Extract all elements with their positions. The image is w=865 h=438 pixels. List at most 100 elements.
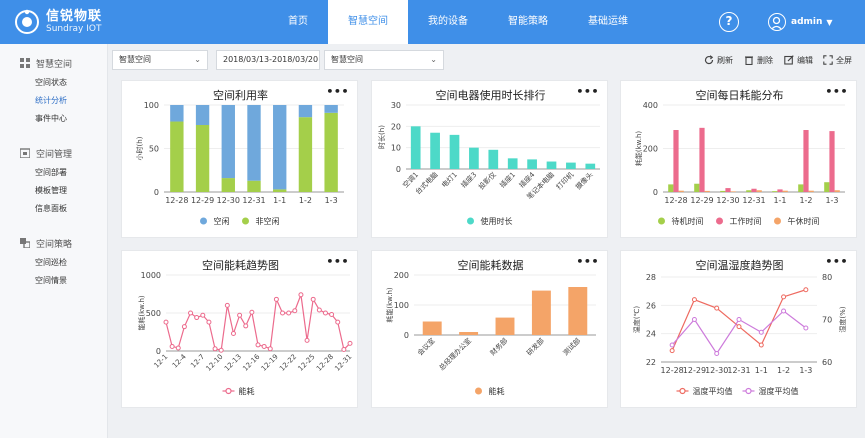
bar-lunch <box>704 190 710 192</box>
sidebar-group-header[interactable]: 空间策略 <box>0 232 108 254</box>
sidebar-item-events[interactable]: 事件中心 <box>0 110 108 128</box>
sidebar-item-inspection[interactable]: 空间巡检 <box>0 254 108 272</box>
data-point <box>224 302 230 308</box>
bar-work <box>777 189 783 192</box>
more-icon[interactable]: ••• <box>576 256 599 267</box>
card-daily-energy: 0 200 400 耗能(kw.h) 12-28 12-29 12-30 12-31 1-1 1-… <box>620 80 857 238</box>
sidebar-item-statistics[interactable]: 统计分析 <box>0 92 108 110</box>
bar-energy <box>459 332 479 335</box>
x-tick-label: 12-31 <box>242 196 265 205</box>
more-icon[interactable]: ••• <box>825 256 848 267</box>
fullscreen-button[interactable]: 全屏 <box>823 53 852 67</box>
delete-button[interactable]: 删除 <box>744 53 773 67</box>
refresh-button[interactable]: 刷新 <box>704 53 733 67</box>
bar-standby <box>668 184 674 192</box>
bar-idle <box>247 105 261 181</box>
main-nav: 首页 智慧空间 我的设备 智能策略 基础运维 <box>268 0 648 44</box>
fullscreen-label: 全屏 <box>836 55 852 65</box>
nav-home[interactable]: 首页 <box>268 0 328 44</box>
y-tick-label: 20 <box>391 122 401 131</box>
x-tick-label: 摄像头 <box>574 170 595 191</box>
edit-icon <box>784 55 794 65</box>
data-point <box>212 346 218 352</box>
y-tick-label: 0 <box>653 188 658 197</box>
legend-marker <box>679 387 686 395</box>
appliance-usage-chart: 0102030时长(h)空调1台式电脑 电灯1 插座3投影仪 插座1 插座4笔记本电脑打… <box>377 101 600 226</box>
bar-standby <box>720 190 726 192</box>
bar-work <box>673 130 679 192</box>
card-title: 空间温湿度趋势图 <box>695 259 784 272</box>
bar-usage <box>507 158 518 169</box>
y-axis-label: 小时(h) <box>135 136 144 160</box>
y-tick-label: 60 <box>822 358 832 367</box>
nav-smart-space[interactable]: 智慧空间 <box>328 0 408 44</box>
data-point <box>230 331 236 337</box>
sidebar-item-templates[interactable]: 模板管理 <box>0 182 108 200</box>
data-point <box>736 324 742 330</box>
card-energy-trend: 0 500 1000 能耗(kw.h) 12-1 12-4 12-7 12-10 12-13 12… <box>121 250 358 408</box>
date-range-picker[interactable]: 2018/03/13-2018/03/20 <box>216 50 320 70</box>
nav-smart-policy[interactable]: 智能策略 <box>488 0 568 44</box>
data-point <box>188 310 194 316</box>
data-point <box>218 347 224 353</box>
bar-energy <box>422 321 442 335</box>
x-tick-label: 测试部 <box>561 336 582 357</box>
edit-button[interactable]: 编辑 <box>784 53 813 67</box>
y-tick-label: 200 <box>643 145 658 154</box>
sidebar-item-scenes[interactable]: 空间情景 <box>0 272 108 290</box>
x-tick-label: 财务部 <box>488 336 509 357</box>
more-icon[interactable]: ••• <box>825 86 848 97</box>
data-point <box>341 346 347 352</box>
bar-idle <box>221 105 235 179</box>
data-point <box>237 312 243 318</box>
space-select[interactable]: 智慧空间 ⌄ <box>112 50 208 70</box>
sidebar-item-info-panel[interactable]: 信息面板 <box>0 200 108 218</box>
data-point <box>243 323 249 329</box>
card-energy-data: 0 100 200 耗能(kw.h) 会议室 总经理办公室 财务部 研发部 测试部 能耗 空间能耗… <box>371 250 608 408</box>
bar-lunch <box>678 190 684 192</box>
y-tick-label: 22 <box>646 358 656 367</box>
legend-label: 湿度平均值 <box>759 386 799 396</box>
bar-usage <box>566 162 576 169</box>
data-point <box>691 297 697 303</box>
app-subtitle: Sundray IOT <box>46 23 102 34</box>
help-icon[interactable]: ? <box>719 12 739 32</box>
x-tick-label: 12-31 <box>742 196 765 205</box>
legend-swatch <box>716 217 723 225</box>
sidebar-group-header[interactable]: 智慧空间 <box>0 52 108 74</box>
nav-basic-ops[interactable]: 基础运维 <box>568 0 648 44</box>
data-point <box>261 343 267 349</box>
y-axis-label: 湿度(%) <box>838 306 847 332</box>
legend-marker <box>745 387 752 395</box>
data-point <box>803 287 809 293</box>
data-point <box>758 342 764 348</box>
bar-lunch <box>834 190 840 192</box>
nav-my-devices[interactable]: 我的设备 <box>408 0 488 44</box>
user-menu[interactable]: admin ▼ <box>768 11 833 33</box>
x-tick-label: 插座3 <box>459 170 478 189</box>
y-tick-label: 10 <box>391 144 401 153</box>
sidebar-item-space-status[interactable]: 空间状态 <box>0 74 108 92</box>
x-tick-label: 1-1 <box>273 196 286 205</box>
data-point <box>781 294 787 300</box>
bar-work <box>751 188 757 192</box>
bar-busy <box>221 178 235 192</box>
bar-work <box>699 127 705 192</box>
legend-label: 能耗 <box>239 386 255 396</box>
more-icon[interactable]: ••• <box>576 86 599 97</box>
sidebar-group-header[interactable]: 空间管理 <box>0 142 108 164</box>
sidebar-item-space-deploy[interactable]: 空间部署 <box>0 164 108 182</box>
x-tick-label: 12-25 <box>297 353 317 373</box>
y-axis-label: 时长(h) <box>377 125 386 149</box>
x-tick-label: 会议室 <box>415 336 436 357</box>
x-tick-label: 1-1 <box>773 196 786 205</box>
more-icon[interactable]: ••• <box>326 256 349 267</box>
x-tick-label: 12-16 <box>241 352 261 372</box>
space-select-secondary[interactable]: 智慧空间 ⌄ <box>324 50 444 70</box>
bar-busy <box>247 180 261 192</box>
y-tick-label: 0 <box>396 165 401 174</box>
chevron-down-icon: ▼ <box>826 17 833 27</box>
y-tick-label: 70 <box>822 316 832 325</box>
more-icon[interactable]: ••• <box>326 86 349 97</box>
app-logo[interactable]: 信锐物联 Sundray IOT <box>14 6 102 38</box>
